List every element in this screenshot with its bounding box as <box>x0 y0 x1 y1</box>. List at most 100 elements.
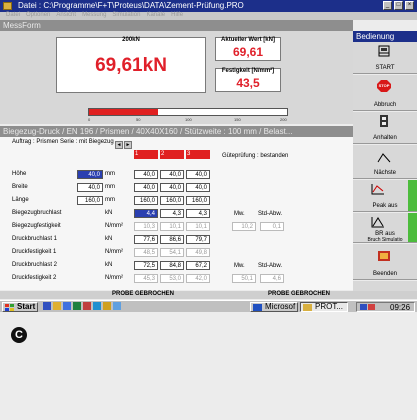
value-cell[interactable]: 40,0 <box>186 183 210 192</box>
menu-datei[interactable]: Datei <box>6 12 20 18</box>
progress-scale: 0 50 100 150 200 <box>88 117 288 123</box>
value-cell[interactable]: 45,3 <box>134 274 158 283</box>
scale-tick: 100 <box>185 117 192 122</box>
column-header-2[interactable]: 2 <box>160 150 184 159</box>
value-cell[interactable]: 40,0 <box>134 170 158 179</box>
value-cell[interactable]: 4,3 <box>160 209 184 218</box>
tray-icon[interactable] <box>360 304 367 310</box>
scale-tick: 50 <box>136 117 141 122</box>
value-cell[interactable]: 10,1 <box>160 222 184 231</box>
proteus-icon <box>303 304 312 311</box>
value-cell[interactable]: 4,3 <box>186 209 210 218</box>
value-cell[interactable]: 48,5 <box>134 248 158 257</box>
quicklaunch-icon[interactable] <box>43 302 51 310</box>
quicklaunch-icon[interactable] <box>93 302 101 310</box>
figure-marker: C <box>11 327 27 343</box>
peak-aus-label: Peak aus <box>372 203 398 209</box>
value-cell[interactable]: 86,6 <box>160 235 184 244</box>
value-cell[interactable]: 160,0 <box>160 196 184 205</box>
stddev-header: Std-Abw. <box>258 263 283 269</box>
break-icon <box>371 217 384 228</box>
naechste-label: Nächste <box>373 170 396 176</box>
order-label: Auftrag : Prismen Serie : mit Biegezug <box>12 139 114 145</box>
next-button[interactable]: ► <box>124 141 132 149</box>
task-microsoft[interactable]: Microsof <box>250 302 298 312</box>
strength-box: Festigkeit [N/mm²] 43,5 <box>215 68 281 92</box>
start-menu-button[interactable]: Start <box>2 302 38 312</box>
quicklaunch-icon[interactable] <box>103 302 111 310</box>
word-icon <box>253 304 262 311</box>
maximize-button[interactable]: □ <box>394 1 403 10</box>
current-value: 69,61 <box>232 45 264 59</box>
value-cell[interactable]: 77,6 <box>134 235 158 244</box>
menu-ansicht[interactable]: Ansicht <box>56 12 76 18</box>
value-cell[interactable]: 160,0 <box>134 196 158 205</box>
row-label: Druckfestigkeit 2 <box>12 275 57 281</box>
column-header-1[interactable]: 1 <box>134 150 158 159</box>
menu-hilfe[interactable]: Hilfe <box>171 12 183 18</box>
br-aus-button[interactable]: BR aus Bruch Simulatio <box>353 213 417 243</box>
bedienung-footer <box>353 281 417 291</box>
mean-header: Mw. <box>234 263 245 269</box>
task-proteus[interactable]: PROT... <box>300 302 348 312</box>
value-cell[interactable]: 53,0 <box>160 274 184 283</box>
value-cell[interactable]: 40,0 <box>186 170 210 179</box>
app-icon <box>3 2 12 10</box>
menu-simulation[interactable]: Simulation <box>112 12 140 18</box>
row-unit: N/mm² <box>105 249 123 255</box>
row-unit: N/mm² <box>105 223 123 229</box>
row-label: Druckbruchlast 2 <box>12 262 58 268</box>
param-input[interactable]: 40,0 <box>77 170 103 179</box>
value-cell[interactable]: 84,8 <box>160 261 184 270</box>
menu-kanaele[interactable]: Kanäle <box>146 12 165 18</box>
value-cell[interactable]: 10,1 <box>186 222 210 231</box>
value-cell[interactable]: 40,0 <box>160 183 184 192</box>
row-label: Breite <box>12 184 28 190</box>
menu-messung[interactable]: Messung <box>82 12 106 18</box>
quicklaunch-icon[interactable] <box>53 302 61 310</box>
mean-cell: 50,1 <box>232 274 256 283</box>
scale-tick: 0 <box>88 117 91 122</box>
row-unit: kN <box>105 210 113 216</box>
current-caption: Aktueller Wert [kN] <box>221 37 275 43</box>
abbruch-button[interactable]: STOP Abbruch <box>353 75 417 111</box>
quicklaunch-icon[interactable] <box>83 302 91 310</box>
close-button[interactable]: × <box>405 1 414 10</box>
menu-optionen[interactable]: Optionen <box>26 12 50 18</box>
param-input[interactable]: 40,0 <box>77 183 103 192</box>
value-cell[interactable]: 79,7 <box>186 235 210 244</box>
value-cell[interactable]: 4,4 <box>134 209 158 218</box>
start-button[interactable]: START <box>353 42 417 74</box>
value-cell[interactable]: 160,0 <box>186 196 210 205</box>
value-cell[interactable]: 72,5 <box>134 261 158 270</box>
value-cell[interactable]: 40,0 <box>160 170 184 179</box>
value-cell[interactable]: 40,0 <box>134 183 158 192</box>
test-table: Auftrag : Prismen Serie : mit Biegezug ◄… <box>0 137 353 290</box>
value-cell[interactable]: 10,3 <box>134 222 158 231</box>
status-left: PROBE GEBROCHEN <box>112 291 175 297</box>
column-header-3[interactable]: 3 <box>186 150 210 159</box>
scale-tick: 150 <box>234 117 241 122</box>
minimize-button[interactable]: _ <box>383 1 392 10</box>
anhalten-label: Anhalten <box>373 135 397 141</box>
naechste-button[interactable]: Nächste <box>353 145 417 179</box>
value-cell[interactable]: 54,1 <box>160 248 184 257</box>
exit-icon <box>378 251 390 261</box>
row-label: Biegezugbruchlast <box>12 210 62 216</box>
quicklaunch-icon[interactable] <box>63 302 71 310</box>
param-input[interactable]: 160,0 <box>77 196 103 205</box>
row-label: Biegezugfestigkeit <box>12 223 61 229</box>
prev-button[interactable]: ◄ <box>115 141 123 149</box>
value-cell[interactable]: 67,2 <box>186 261 210 270</box>
value-cell[interactable]: 49,8 <box>186 248 210 257</box>
beenden-label: Beenden <box>372 271 398 277</box>
quicklaunch-icon[interactable] <box>73 302 81 310</box>
anhalten-button[interactable]: Anhalten <box>353 112 417 144</box>
quicklaunch-icon[interactable] <box>113 302 121 310</box>
value-cell[interactable]: 42,0 <box>186 274 210 283</box>
peak-aus-button[interactable]: Peak aus <box>353 180 417 212</box>
beenden-button[interactable]: Beenden <box>353 244 417 280</box>
tray-icon[interactable] <box>368 304 375 310</box>
row-label: Druckfestigkeit 1 <box>12 249 57 255</box>
force-progress-bar <box>88 108 288 116</box>
